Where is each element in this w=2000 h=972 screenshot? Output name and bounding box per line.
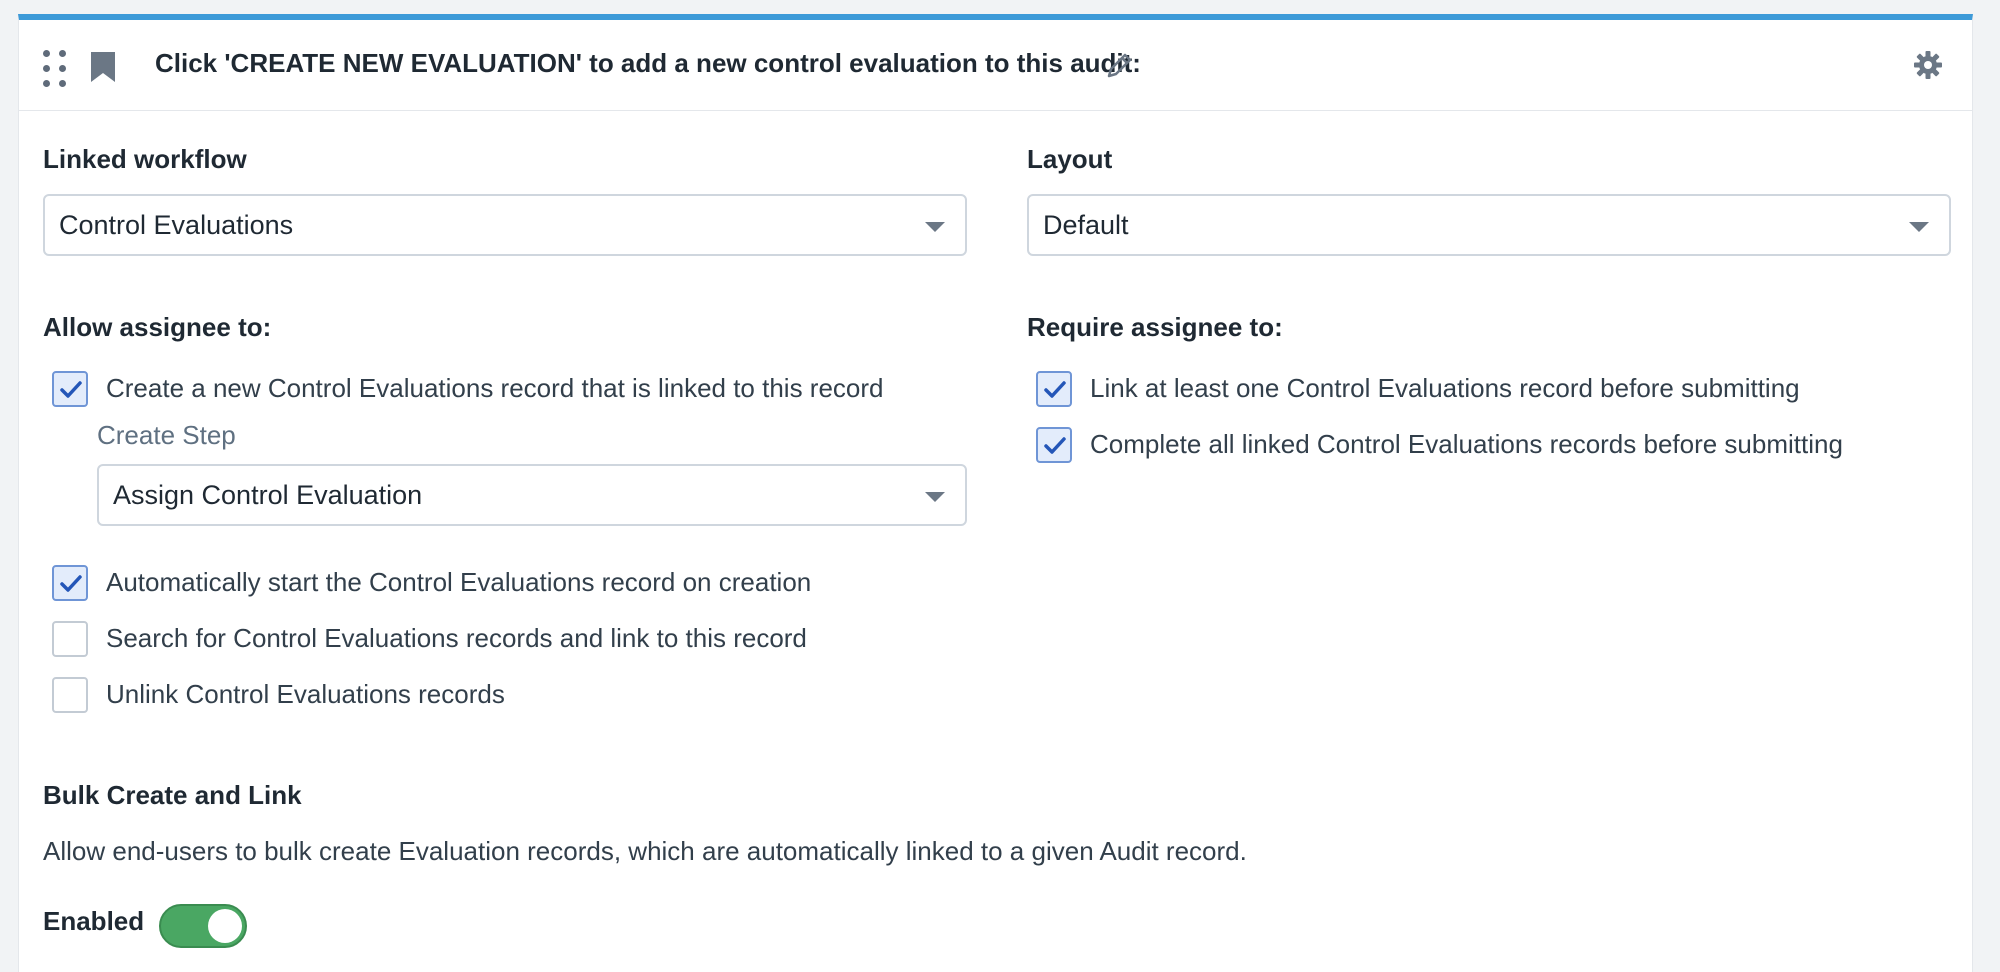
checkmark-icon (1044, 381, 1066, 398)
bulk-enabled-toggle[interactable] (159, 904, 247, 948)
checkbox[interactable] (52, 371, 88, 407)
drag-handle-icon[interactable] (41, 50, 69, 90)
checkmark-icon (1044, 437, 1066, 454)
checkbox-label: Unlink Control Evaluations records (106, 679, 505, 709)
panel-header: Click 'CREATE NEW EVALUATION' to add a n… (19, 20, 1972, 111)
layout-select[interactable]: Default (1027, 194, 1951, 256)
checkbox[interactable] (1036, 427, 1072, 463)
linked-workflow-label: Linked workflow (43, 144, 247, 174)
linked-workflow-value: Control Evaluations (59, 210, 294, 240)
checkbox-label: Automatically start the Control Evaluati… (106, 567, 812, 597)
checkbox-label: Create a new Control Evaluations record … (106, 373, 884, 403)
enabled-label: Enabled (43, 906, 145, 936)
checkbox-label: Search for Control Evaluations records a… (106, 623, 807, 653)
bulk-create-heading: Bulk Create and Link (43, 780, 302, 810)
panel-title: Click 'CREATE NEW EVALUATION' to add a n… (155, 48, 1141, 78)
create-step-select[interactable]: Assign Control Evaluation (97, 464, 967, 526)
checkmark-icon (60, 381, 82, 398)
bookmark-icon[interactable] (89, 50, 117, 89)
create-step-label: Create Step (97, 420, 236, 450)
checkbox[interactable] (52, 621, 88, 657)
checkbox-label: Link at least one Control Evaluations re… (1090, 373, 1800, 403)
checkbox[interactable] (1036, 371, 1072, 407)
checkbox[interactable] (52, 677, 88, 713)
chevron-down-icon (925, 492, 945, 502)
create-step-value: Assign Control Evaluation (113, 480, 423, 510)
layout-value: Default (1043, 210, 1129, 240)
require-assignee-heading: Require assignee to: (1027, 312, 1283, 342)
checkbox[interactable] (52, 565, 88, 601)
toggle-knob (208, 909, 242, 943)
gear-icon[interactable] (1913, 50, 1943, 85)
checkmark-icon (60, 575, 82, 592)
widget-panel: Click 'CREATE NEW EVALUATION' to add a n… (18, 14, 1973, 972)
linked-workflow-select[interactable]: Control Evaluations (43, 194, 967, 256)
pencil-icon[interactable] (1105, 50, 1135, 85)
chevron-down-icon (1909, 222, 1929, 232)
layout-label: Layout (1027, 144, 1113, 174)
checkbox-label: Complete all linked Control Evaluations … (1090, 429, 1843, 459)
chevron-down-icon (925, 222, 945, 232)
allow-assignee-heading: Allow assignee to: (43, 312, 272, 342)
bulk-create-description: Allow end-users to bulk create Evaluatio… (43, 836, 1247, 866)
